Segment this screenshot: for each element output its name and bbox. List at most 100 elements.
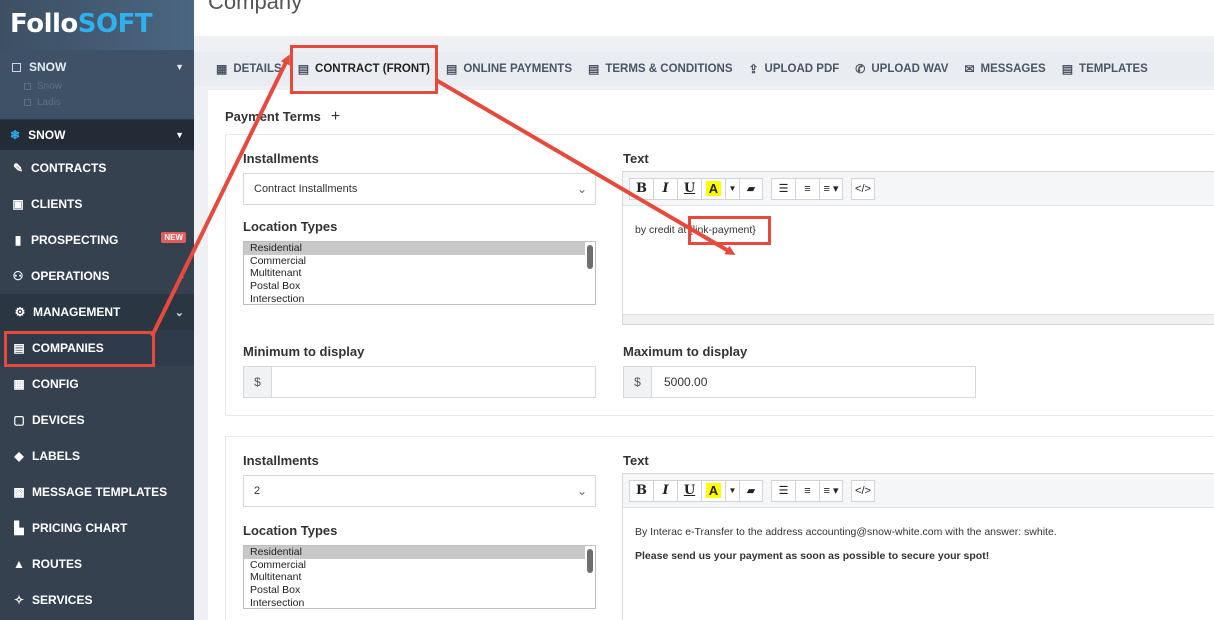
- caret-down-icon[interactable]: ▼: [725, 177, 739, 200]
- sidebar-item-label: DEVICES: [32, 413, 85, 427]
- format-group: B I U A ▼ ▰: [629, 177, 763, 200]
- bold-button[interactable]: B: [629, 479, 653, 502]
- code-view-button[interactable]: </>: [851, 479, 875, 502]
- sidebar-item-devices[interactable]: ▢ DEVICES: [0, 402, 194, 438]
- tab-label: TERMS & CONDITIONS: [605, 63, 733, 75]
- tab-messages[interactable]: ✉ MESSAGES: [964, 62, 1045, 76]
- currency-addon: $: [244, 367, 272, 397]
- tab-details[interactable]: ▦ DETAILS: [216, 62, 282, 76]
- phone-icon: ✆: [855, 62, 866, 76]
- sidebar-item-routes[interactable]: ▲ ROUTES: [0, 546, 194, 582]
- sidebar-item-prospecting[interactable]: ▮ PROSPECTING NEW: [0, 222, 194, 258]
- text-editor[interactable]: B I U A ▼ ▰ ☰ ≡ ≡ ▾ </: [622, 473, 1214, 620]
- company-dropdown[interactable]: SNOW ▼: [0, 56, 194, 78]
- sidebar-item-message-templates[interactable]: ▩ MESSAGE TEMPLATES: [0, 474, 194, 510]
- tab-upload-pdf[interactable]: ⇪ UPLOAD PDF: [748, 62, 839, 76]
- text-editor[interactable]: B I U A ▼ ▰ ☰ ≡ ≡ ▾ </: [622, 171, 1214, 325]
- location-option[interactable]: Commercial: [244, 559, 595, 572]
- sidebar-item-config[interactable]: ▦ CONFIG: [0, 366, 194, 402]
- payment-term-card: Installments Contract Installments ⌄ Loca…: [225, 134, 1214, 416]
- payment-terms-title: Payment Terms +: [225, 108, 340, 126]
- listbox-scrollbar[interactable]: [587, 549, 593, 573]
- numbered-list-icon[interactable]: ≡: [795, 177, 819, 200]
- sidebar: FolloSOFT SNOW ▼ Snow Ladis ❄ SNOW ▼ ✎ CO…: [0, 0, 194, 620]
- maximum-value: 5000.00: [664, 375, 708, 389]
- location-option[interactable]: Intersection: [244, 293, 595, 304]
- add-payment-term-button[interactable]: +: [331, 108, 340, 125]
- tab-upload-wav[interactable]: ✆ UPLOAD WAV: [855, 62, 948, 76]
- underline-button[interactable]: U: [677, 177, 701, 200]
- location-option[interactable]: Postal Box: [244, 280, 595, 293]
- editor-toolbar: B I U A ▼ ▰ ☰ ≡ ≡ ▾ </>: [623, 474, 1214, 508]
- maximum-input[interactable]: $5000.00: [623, 366, 976, 398]
- logo-part2: SOFT: [77, 9, 153, 39]
- tab-terms-conditions[interactable]: ▤ TERMS & CONDITIONS: [588, 62, 732, 76]
- upload-icon: ⇪: [748, 62, 759, 76]
- tab-label: DETAILS: [233, 63, 282, 75]
- snowflake-icon: ❄: [10, 128, 21, 142]
- font-color-label: A: [705, 181, 722, 196]
- sidebar-item-label: SERVICES: [32, 593, 93, 607]
- listbox-scrollbar[interactable]: [587, 245, 593, 269]
- location-option[interactable]: Commercial: [244, 255, 595, 268]
- bullet-list-icon[interactable]: ☰: [771, 177, 795, 200]
- logo-part1: Follo: [10, 9, 78, 39]
- tab-online-payments[interactable]: ▤ ONLINE PAYMENTS: [446, 62, 572, 76]
- italic-button[interactable]: I: [653, 479, 677, 502]
- contract-icon: ✎: [12, 161, 24, 175]
- sidebar-item-label: CLIENTS: [31, 197, 83, 211]
- sidebar-item-services[interactable]: ✧ SERVICES: [0, 582, 194, 618]
- location-option[interactable]: Postal Box: [244, 584, 595, 597]
- numbered-list-icon[interactable]: ≡: [795, 479, 819, 502]
- logo[interactable]: FolloSOFT: [10, 10, 184, 38]
- pricing-chart-icon: ▙: [14, 521, 24, 535]
- location-option[interactable]: Residential: [244, 546, 585, 559]
- company-sub-item[interactable]: Ladis: [0, 94, 194, 110]
- location-option[interactable]: Residential: [244, 242, 585, 255]
- company-sub-item[interactable]: Snow: [0, 78, 194, 94]
- bullet-list-icon[interactable]: ☰: [771, 479, 795, 502]
- logo-bar: FolloSOFT: [0, 0, 194, 50]
- prospecting-icon: ▮: [14, 233, 22, 247]
- editor-content[interactable]: By Interac e-Transfer to the address acc…: [623, 508, 1214, 580]
- underline-button[interactable]: U: [677, 479, 701, 502]
- location-option[interactable]: Multitenant: [244, 267, 595, 280]
- sidebar-item-contracts[interactable]: ✎ CONTRACTS: [0, 150, 194, 186]
- installments-value: Contract Installments: [254, 183, 358, 195]
- sidebar-item-pricing-chart[interactable]: ▙ PRICING CHART: [0, 510, 194, 546]
- routes-icon: ▲: [13, 557, 25, 571]
- sidebar-item-clients[interactable]: ▣ CLIENTS: [0, 186, 194, 222]
- editor-resize-handle[interactable]: [623, 314, 1214, 324]
- message-templates-icon: ▩: [13, 485, 25, 499]
- location-types-listbox[interactable]: Residential Commercial Multitenant Posta…: [243, 241, 596, 305]
- location-types-listbox[interactable]: Residential Commercial Multitenant Posta…: [243, 545, 596, 609]
- highlight-box-link-payment: [688, 216, 771, 245]
- eraser-icon[interactable]: ▰: [739, 177, 763, 200]
- tab-templates[interactable]: ▤ TEMPLATES: [1062, 62, 1148, 76]
- tab-label: MESSAGES: [980, 63, 1046, 75]
- eraser-icon[interactable]: ▰: [739, 479, 763, 502]
- square-icon: [12, 62, 21, 72]
- square-icon: [24, 98, 31, 106]
- sidebar-item-management[interactable]: ⚙ MANAGEMENT ⌄: [0, 294, 194, 330]
- sidebar-item-operations[interactable]: ⚇ OPERATIONS ‹: [0, 258, 194, 294]
- snow-dropdown[interactable]: ❄ SNOW ▼: [0, 120, 194, 150]
- installments-select[interactable]: Contract Installments ⌄: [243, 173, 596, 205]
- location-option[interactable]: Multitenant: [244, 571, 595, 584]
- bold-button[interactable]: B: [629, 177, 653, 200]
- code-view-button[interactable]: </>: [851, 177, 875, 200]
- sidebar-item-labels[interactable]: ◆ LABELS: [0, 438, 194, 474]
- align-dropdown-icon[interactable]: ≡ ▾: [819, 479, 843, 502]
- font-color-label: A: [705, 483, 722, 498]
- minimum-input[interactable]: $: [243, 366, 596, 398]
- maximum-label: Maximum to display: [623, 344, 748, 359]
- font-color-button[interactable]: A: [701, 479, 725, 502]
- text-label: Text: [623, 453, 649, 468]
- caret-down-icon[interactable]: ▼: [725, 479, 739, 502]
- italic-button[interactable]: I: [653, 177, 677, 200]
- square-icon: [24, 82, 31, 90]
- align-dropdown-icon[interactable]: ≡ ▾: [819, 177, 843, 200]
- font-color-button[interactable]: A: [701, 177, 725, 200]
- location-option[interactable]: Intersection: [244, 597, 595, 608]
- installments-select[interactable]: 2 ⌄: [243, 475, 596, 507]
